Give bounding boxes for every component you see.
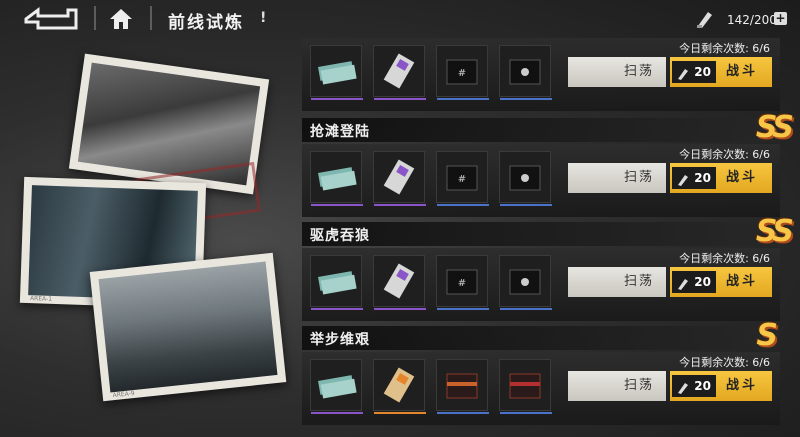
reward-card-stack-icon[interactable] <box>310 151 363 206</box>
page-title: 前线试炼 <box>168 13 244 33</box>
fight-label: 战斗 <box>726 64 759 79</box>
remaining-label: 今日剩余次数: <box>679 42 749 55</box>
reward-card-stack-icon[interactable] <box>310 45 363 100</box>
reward-card-stack-icon[interactable] <box>310 359 363 414</box>
rank-badge: SS <box>755 110 794 145</box>
reward-chip-icon[interactable] <box>373 45 426 100</box>
rank-badge: S <box>756 318 778 353</box>
svg-text:#: # <box>458 68 466 79</box>
reward-chip-icon[interactable] <box>373 151 426 206</box>
fight-button[interactable]: 20 战斗 <box>670 267 772 297</box>
svg-text:#: # <box>458 174 466 185</box>
svg-text:#: # <box>458 278 466 289</box>
info-icon[interactable]: ! <box>260 10 266 26</box>
reward-red-box-icon[interactable] <box>499 359 552 414</box>
fight-label: 战斗 <box>726 378 759 393</box>
remaining-label: 今日剩余次数: <box>679 148 749 161</box>
stamina-cost: 20 <box>672 167 716 189</box>
fight-label: 战斗 <box>726 170 759 185</box>
stamina-icon <box>678 69 688 80</box>
stamina-cost: 20 <box>672 375 716 397</box>
stage-title: 举步维艰 <box>310 332 370 348</box>
cost-value: 20 <box>694 65 711 79</box>
photo-caption: AREA-1 <box>29 295 53 303</box>
cost-value: 20 <box>694 171 711 185</box>
stamina-icon <box>678 279 688 290</box>
stage-title-bar <box>302 118 780 142</box>
remaining-value: 6/6 <box>752 252 770 265</box>
fight-button[interactable]: 20 战斗 <box>670 163 772 193</box>
remaining-attempts: 今日剩余次数: 6/6 <box>679 250 770 266</box>
reward-black-box-icon[interactable] <box>499 255 552 310</box>
stage-row: # 今日剩余次数: 6/6 扫荡 20 战斗 <box>302 0 780 112</box>
remaining-value: 6/6 <box>752 356 770 369</box>
rank-badge: SS <box>755 214 794 249</box>
stage-row: 举步维艰 S 今日剩余次数: 6/6 扫荡 20 战斗 <box>302 318 780 430</box>
sweep-button[interactable]: 扫荡 <box>568 163 666 193</box>
reward-black-box-icon[interactable] <box>499 151 552 206</box>
reward-red-box-icon[interactable] <box>436 359 489 414</box>
remaining-label: 今日剩余次数: <box>679 252 749 265</box>
stage-reward-bar: # 今日剩余次数: 6/6 扫荡 20 战斗 <box>302 144 780 217</box>
divider <box>150 6 152 30</box>
fight-button[interactable]: 20 战斗 <box>670 57 772 87</box>
stage-reward-bar: # 今日剩余次数: 6/6 扫荡 20 战斗 <box>302 248 780 321</box>
sweep-button[interactable]: 扫荡 <box>568 267 666 297</box>
stage-row: 驱虎吞狼 SS # 今日剩余次数: 6/6 扫荡 20 战斗 <box>302 214 794 322</box>
stamina-icon <box>678 383 688 394</box>
stage-title-bar <box>302 222 780 246</box>
remaining-label: 今日剩余次数: <box>679 356 749 369</box>
cost-value: 20 <box>694 275 711 289</box>
stage-reward-bar: # 今日剩余次数: 6/6 扫荡 20 战斗 <box>302 38 780 111</box>
stage-title: 抢滩登陆 <box>310 124 370 140</box>
stamina-cost: 20 <box>672 271 716 293</box>
cost-value: 20 <box>694 379 711 393</box>
remaining-value: 6/6 <box>752 148 770 161</box>
reward-chip-icon[interactable] <box>373 359 426 414</box>
fight-label: 战斗 <box>726 274 759 289</box>
reward-black-box-icon[interactable]: # <box>436 151 489 206</box>
stage-photo-3: AREA-9 <box>89 252 287 402</box>
stage-reward-bar: 今日剩余次数: 6/6 扫荡 20 战斗 <box>302 352 780 425</box>
reward-black-box-icon[interactable]: # <box>436 255 489 310</box>
reward-black-box-icon[interactable] <box>499 45 552 100</box>
photo-caption: AREA-9 <box>112 389 136 400</box>
stage-row: 抢滩登陆 SS # 今日剩余次数: 6/6 扫荡 20 战斗 <box>302 110 794 218</box>
home-button[interactable] <box>108 6 134 32</box>
stamina-cost: 20 <box>672 61 716 83</box>
stamina-icon <box>678 175 688 186</box>
sweep-button[interactable]: 扫荡 <box>568 371 666 401</box>
stage-title: 驱虎吞狼 <box>310 228 370 244</box>
back-button[interactable] <box>22 6 80 32</box>
remaining-attempts: 今日剩余次数: 6/6 <box>679 40 770 56</box>
reward-card-stack-icon[interactable] <box>310 255 363 310</box>
reward-chip-icon[interactable] <box>373 255 426 310</box>
photo-image <box>98 261 278 393</box>
remaining-attempts: 今日剩余次数: 6/6 <box>679 354 770 370</box>
remaining-attempts: 今日剩余次数: 6/6 <box>679 146 770 162</box>
fight-button[interactable]: 20 战斗 <box>670 371 772 401</box>
reward-black-box-icon[interactable]: # <box>436 45 489 100</box>
remaining-value: 6/6 <box>752 42 770 55</box>
sweep-button[interactable]: 扫荡 <box>568 57 666 87</box>
divider <box>94 6 96 30</box>
back-arrow-icon <box>24 7 78 30</box>
home-icon <box>110 9 132 29</box>
stage-title-bar <box>302 326 780 350</box>
